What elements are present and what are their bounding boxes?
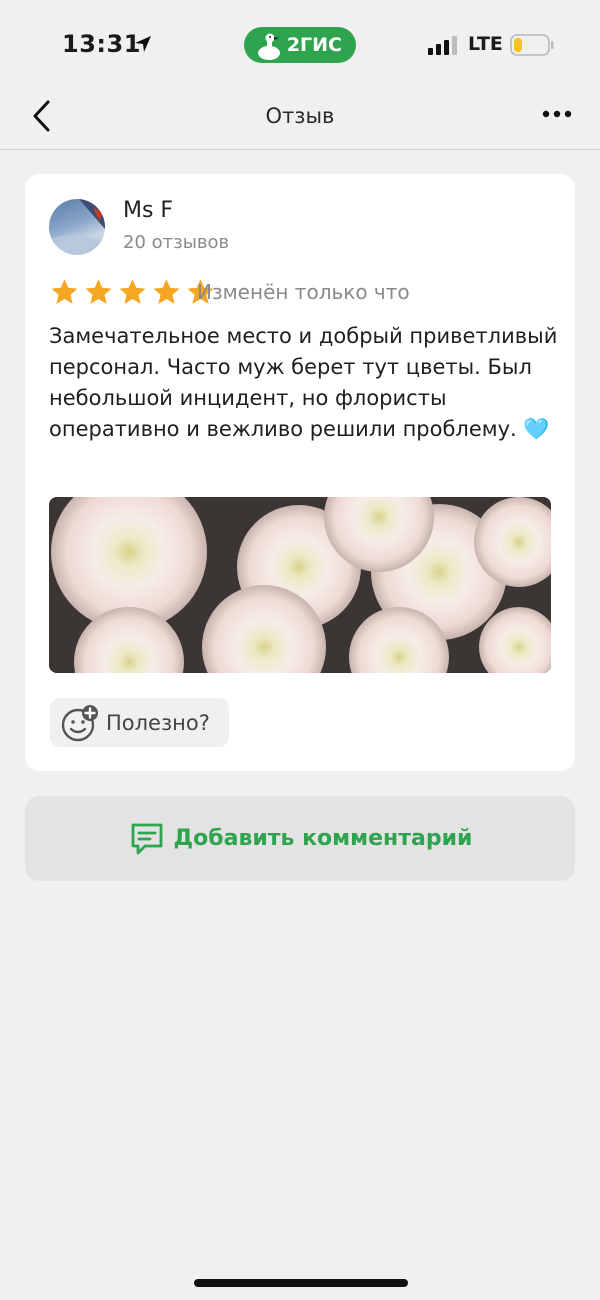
star-icon [119, 279, 146, 304]
smiley-add-icon [61, 704, 98, 741]
star-icon [85, 279, 112, 304]
useful-button[interactable]: Полезно? [50, 698, 229, 747]
app-badge-label: 2ГИС [286, 34, 342, 56]
network-type: LTE [468, 33, 503, 55]
rating-stars [48, 277, 217, 307]
useful-label: Полезно? [106, 710, 210, 735]
status-time: 13:31 [62, 30, 141, 58]
star-icon [51, 279, 78, 304]
review-photo[interactable] [49, 497, 551, 673]
battery-icon [510, 34, 554, 56]
add-comment-button[interactable]: Добавить комментарий [25, 796, 575, 881]
author-name[interactable]: Ms F [123, 198, 173, 223]
add-comment-label: Добавить комментарий [173, 826, 473, 851]
status-bar: 13:31 2ГИС LTE [0, 0, 600, 90]
home-indicator[interactable] [194, 1279, 408, 1287]
goose-icon [258, 33, 280, 60]
review-card: Ms F 20 отзывов Изменён только что Замеч… [25, 174, 575, 771]
review-text: Замечательное место и добрый приветливый… [49, 324, 558, 441]
author-reviews-count: 20 отзывов [123, 232, 230, 253]
avatar[interactable] [49, 199, 105, 255]
location-arrow-icon [135, 36, 151, 52]
nav-bar: Отзыв [0, 90, 600, 150]
edited-timestamp: Изменён только что [197, 280, 410, 304]
app-badge[interactable]: 2ГИС [244, 27, 356, 63]
signal-icon [428, 36, 457, 55]
page-title: Отзыв [265, 104, 335, 128]
comment-icon [131, 823, 162, 854]
more-options-icon[interactable] [540, 102, 574, 126]
flowers-photo [49, 497, 551, 673]
airplane-wing-icon [49, 199, 105, 255]
star-icon [153, 279, 180, 304]
